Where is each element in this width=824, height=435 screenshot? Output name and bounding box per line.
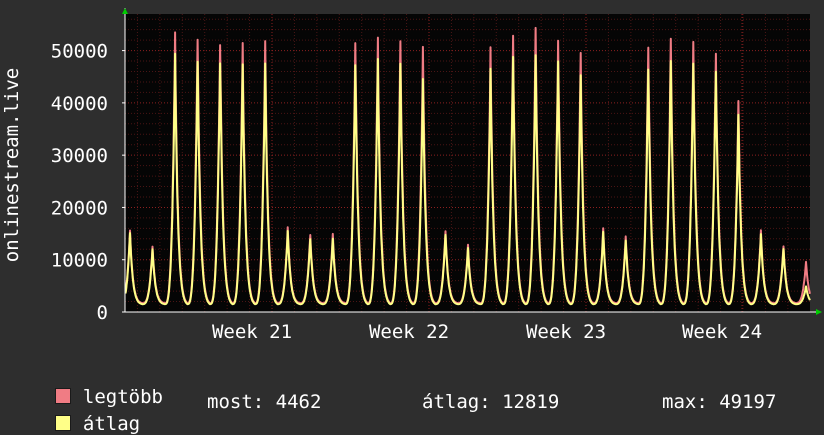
y-tick-label: 30000 <box>51 145 108 167</box>
x-tick-label: Week 23 <box>526 321 606 343</box>
stat-average: átlag: 12819 <box>422 391 560 413</box>
y-tick-label: 40000 <box>51 93 108 115</box>
y-tick-labels: 0 10000 20000 30000 40000 50000 <box>51 41 125 324</box>
x-tick-label: Week 22 <box>369 321 449 343</box>
stat-max: max: 49197 <box>662 391 777 413</box>
x-tick-labels: Week 21 Week 22 Week 23 Week 24 <box>212 321 762 343</box>
y-axis-label: onlinestream.live <box>1 68 23 262</box>
x-tick-label: Week 24 <box>682 321 762 343</box>
y-tick-label: 50000 <box>51 41 108 63</box>
y-tick-label: 20000 <box>51 197 108 219</box>
legend-label-avg: átlag <box>82 413 141 435</box>
legend-item-avg: átlag <box>32 391 140 435</box>
y-tick-label: 0 <box>97 302 108 324</box>
legend-swatch-avg <box>54 415 71 431</box>
x-axis-arrow <box>816 309 822 315</box>
x-tick-label: Week 21 <box>212 321 292 343</box>
chart: 01000020000300004000050000 Week 21 Week 2… <box>1 8 822 343</box>
y-tick-label: 10000 <box>51 250 108 272</box>
stat-current: most: 4462 <box>207 391 322 413</box>
y-axis-arrow <box>122 8 128 14</box>
